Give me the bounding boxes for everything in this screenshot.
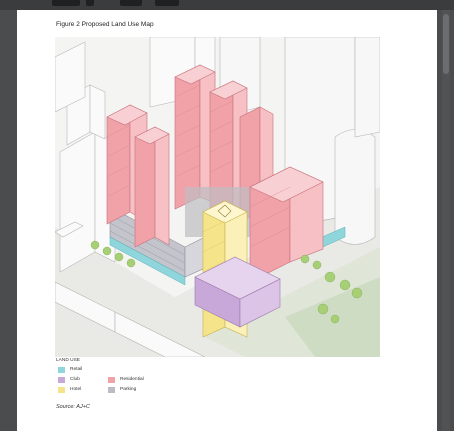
legend-label: Retail: [70, 367, 83, 372]
toolbar-button[interactable]: [86, 0, 94, 6]
legend-label: Club: [70, 377, 80, 382]
figure-title: Figure 2 Proposed Land Use Map: [56, 21, 154, 28]
legend-swatch: [108, 377, 115, 383]
land-use-map-illustration: [55, 37, 380, 357]
legend-item-residential: Residential: [108, 377, 168, 384]
toolbar-button[interactable]: [155, 0, 179, 6]
toolbar-button[interactable]: [52, 0, 80, 6]
legend-swatch: [58, 367, 65, 373]
toolbar-button[interactable]: [120, 0, 142, 6]
viewer-toolbar: [0, 0, 454, 10]
legend-label: Hotel: [70, 387, 82, 392]
legend-swatch: [58, 387, 65, 393]
figure-source: Source: AJ+C: [56, 404, 90, 410]
scrollbar-thumb[interactable]: [443, 14, 449, 74]
legend-item-parking: Parking: [108, 387, 168, 394]
legend-title: LAND USE: [56, 358, 80, 363]
legend-item-retail: Retail: [58, 367, 118, 374]
legend-label: Residential: [120, 377, 144, 382]
legend-swatch: [58, 377, 65, 383]
legend-swatch: [108, 387, 115, 393]
legend-label: Parking: [120, 387, 137, 392]
